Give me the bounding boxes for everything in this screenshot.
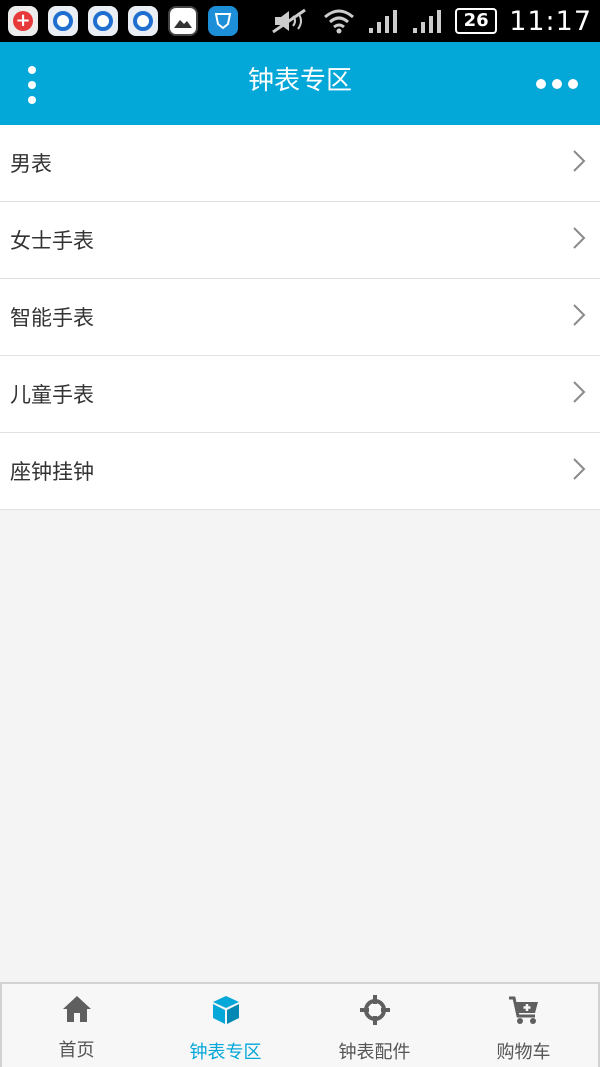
nav-cart[interactable]: 购物车 [449, 984, 598, 1067]
cart-icon [508, 996, 538, 1024]
category-item-mens-watches[interactable]: 男表 [0, 125, 600, 202]
chevron-right-icon [573, 304, 586, 326]
chevron-right-icon [573, 381, 586, 403]
category-label: 座钟挂钟 [10, 460, 94, 484]
status-time: 11:17 [509, 5, 592, 37]
chevron-right-icon [573, 227, 586, 249]
category-label: 儿童手表 [10, 383, 94, 407]
category-label: 智能手表 [10, 306, 94, 330]
category-item-womens-watches[interactable]: 女士手表 [0, 202, 600, 279]
nav-accessories[interactable]: 钟表配件 [300, 984, 449, 1067]
image-notification-icon [168, 6, 198, 36]
category-list: 男表 女士手表 智能手表 儿童手表 座钟挂钟 [0, 125, 600, 510]
more-options-icon[interactable] [536, 78, 578, 90]
signal-icon [369, 10, 398, 33]
notification-icons: + [8, 6, 248, 36]
nav-label: 购物车 [496, 1042, 551, 1063]
wifi-icon [324, 9, 355, 34]
bottom-nav: 首页 钟表专区 钟表配件 购物车 [0, 982, 600, 1067]
qq-notification-icon [88, 6, 118, 36]
category-label: 女士手表 [10, 229, 94, 253]
chevron-right-icon [573, 150, 586, 172]
system-icons: 26 11:17 [259, 6, 592, 37]
category-item-clocks[interactable]: 座钟挂钟 [0, 433, 600, 510]
battery-indicator: 26 [455, 8, 498, 34]
title-bar: 钟表专区 [0, 42, 600, 125]
status-bar: + 26 11:17 [0, 0, 600, 42]
chevron-right-icon [573, 458, 586, 480]
mute-icon [272, 8, 307, 34]
shield-notification-icon [208, 6, 238, 36]
category-item-kids-watches[interactable]: 儿童手表 [0, 356, 600, 433]
menu-icon[interactable] [22, 66, 42, 104]
qq-notification-icon [128, 6, 158, 36]
nav-label: 钟表配件 [338, 1042, 411, 1063]
home-icon [62, 996, 91, 1022]
page-title: 钟表专区 [247, 66, 352, 96]
app-notification-icon: + [8, 6, 38, 36]
nav-home[interactable]: 首页 [2, 984, 151, 1067]
category-item-smart-watches[interactable]: 智能手表 [0, 279, 600, 356]
nav-label: 钟表专区 [189, 1042, 262, 1063]
qq-notification-icon [48, 6, 78, 36]
screen: + 26 11:17 钟表专区 男表 女士手表 智能手表 儿童手表 座钟挂钟 首… [0, 0, 600, 1067]
category-label: 男表 [10, 152, 52, 176]
nav-watches[interactable]: 钟表专区 [151, 984, 300, 1067]
signal-icon [413, 10, 442, 33]
nav-label: 首页 [58, 1040, 95, 1061]
cube-icon [212, 996, 239, 1024]
crosshair-icon [359, 995, 390, 1025]
